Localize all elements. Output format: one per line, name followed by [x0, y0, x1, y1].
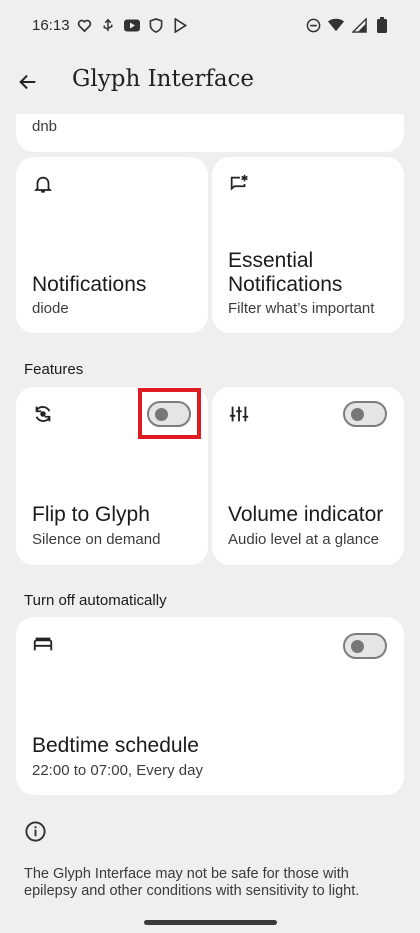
epilepsy-warning-text: The Glyph Interface may not be safe for … [24, 866, 360, 899]
gesture-nav-handle[interactable] [144, 920, 277, 925]
signal-icon [351, 17, 367, 33]
info-icon [25, 821, 46, 842]
page-title-overlay: Glyph Interface [72, 66, 255, 92]
volume-indicator-toggle[interactable] [343, 401, 387, 427]
bell-icon [34, 176, 52, 193]
bedtime-schedule-card[interactable]: Bedtime schedule 22:00 to 07:00, Every d… [16, 617, 404, 795]
toggle-knob [351, 640, 364, 653]
card-title: Flip to Glyph [32, 503, 150, 526]
card-title: Notifications [32, 273, 147, 296]
bed-icon [33, 637, 53, 651]
back-button-overlay[interactable] [14, 68, 42, 96]
play-store-icon [172, 17, 188, 33]
status-bar: 16:13 [0, 0, 420, 54]
wifi-icon [328, 17, 344, 33]
toggle-knob [351, 408, 364, 421]
flip-icon [35, 406, 51, 422]
card-subtitle: Audio level at a glance [228, 531, 379, 548]
card-title: Bedtime schedule [32, 734, 199, 757]
status-time: 16:13 [32, 17, 70, 34]
dnd-icon [305, 17, 321, 33]
sliders-icon [229, 406, 249, 422]
essential-notifications-card[interactable]: Essential Notifications Filter what’s im… [212, 157, 404, 333]
bedtime-schedule-toggle[interactable] [343, 633, 387, 659]
heart-chat-icon [76, 17, 92, 33]
status-left-icons [76, 17, 188, 33]
app-bar-overlay: Glyph Interface [0, 54, 420, 112]
arrow-left-icon [19, 74, 36, 90]
card-subtitle: 22:00 to 07:00, Every day [32, 762, 203, 779]
volume-indicator-card[interactable]: Volume indicator Audio level at a glance [212, 387, 404, 565]
youtube-icon [124, 17, 140, 33]
highlight-box [138, 388, 201, 439]
features-header: Features [24, 361, 84, 378]
card-subtitle: dnb [32, 118, 58, 135]
card-subtitle: Filter what’s important [228, 300, 375, 317]
card-title: Volume indicator [228, 503, 384, 526]
battery-icon [374, 17, 390, 33]
usb-icon [100, 17, 116, 33]
status-right-icons [305, 17, 390, 33]
notifications-card[interactable]: Notifications diode [16, 157, 208, 333]
card-subtitle: Silence on demand [32, 531, 161, 548]
turn-off-header: Turn off automatically [24, 592, 167, 609]
card-subtitle: diode [32, 300, 69, 317]
essential-notification-icon [230, 174, 248, 191]
card-title: Essential Notifications [228, 249, 343, 296]
shield-icon [148, 17, 164, 33]
